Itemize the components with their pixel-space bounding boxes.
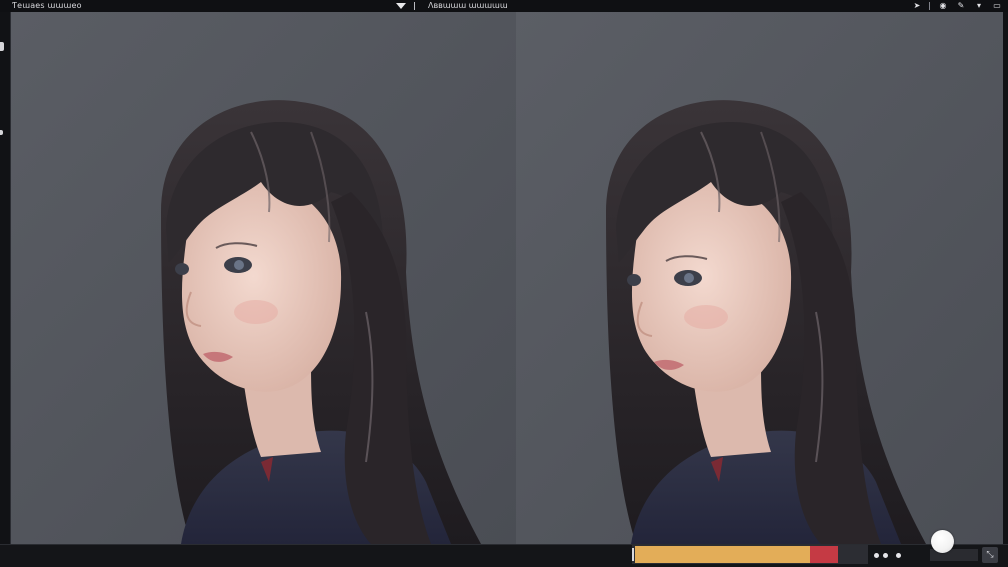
dot xyxy=(883,552,888,558)
more-options-icon[interactable] xyxy=(874,551,905,559)
dropdown-caret-icon[interactable] xyxy=(396,3,406,9)
dot xyxy=(896,552,901,558)
progress-timeline[interactable] xyxy=(632,545,868,564)
left-portrait-image xyxy=(11,12,516,544)
timeline-start-handle[interactable] xyxy=(632,548,634,561)
window-controls: ➤ ◉ ✎ ▾ ▭ xyxy=(904,0,1002,12)
dropdown-icon[interactable]: ▾ xyxy=(974,1,984,11)
document-title[interactable]: Ʌʙʙɯɯɯ ɯɯɯɯɯ xyxy=(428,0,508,12)
right-portrait-image xyxy=(516,12,1003,544)
dot xyxy=(874,552,879,558)
resize-icon[interactable]: ⤡ xyxy=(982,547,998,563)
app-window: Ƭeɯaes ɯɯɯeo Ʌʙʙɯɯɯ ɯɯɯɯɯ ➤ ◉ ✎ ▾ ▭ ⤡ xyxy=(0,0,1008,567)
sidebar-handle-icon[interactable] xyxy=(0,42,4,51)
window-icon[interactable]: ▭ xyxy=(992,1,1002,11)
timeline-progress-fill xyxy=(635,546,810,563)
toolbar-separator xyxy=(414,2,415,10)
bottom-toolbar: ⤡ xyxy=(0,530,1008,567)
app-title: Ƭeɯaes ɯɯɯeo xyxy=(12,1,82,10)
right-preview-panel[interactable] xyxy=(516,12,1003,544)
image-canvas[interactable] xyxy=(11,12,1003,544)
sidebar-marker-icon[interactable] xyxy=(0,130,3,135)
send-icon[interactable]: ➤ xyxy=(912,1,922,11)
left-sidebar xyxy=(0,12,11,544)
right-sidebar xyxy=(1003,12,1008,544)
toolbar-separator xyxy=(929,2,930,10)
shield-icon[interactable]: ◉ xyxy=(938,1,948,11)
edit-icon[interactable]: ✎ xyxy=(956,1,966,11)
left-preview-panel[interactable] xyxy=(11,12,516,544)
timeline-marker[interactable] xyxy=(809,546,838,563)
